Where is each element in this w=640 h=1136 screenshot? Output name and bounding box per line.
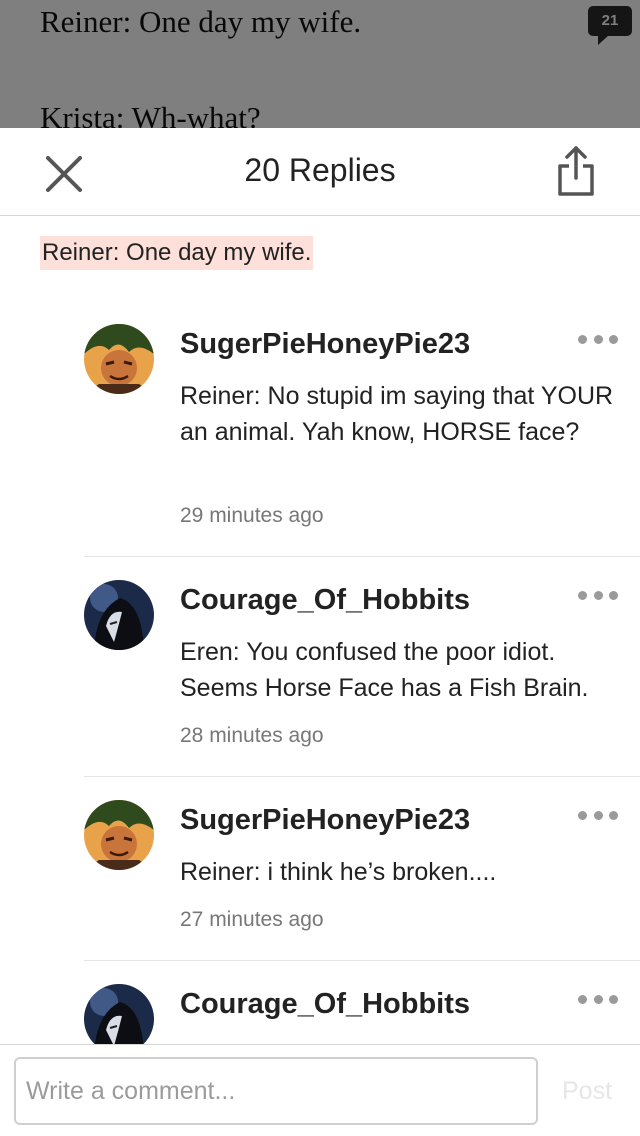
dot-icon <box>578 810 587 820</box>
avatar-dark-hair-icon <box>84 580 154 650</box>
share-icon <box>558 146 594 196</box>
divider <box>84 960 640 961</box>
more-options-button[interactable] <box>578 808 618 822</box>
quoted-text: Reiner: One day my wife. <box>40 236 314 270</box>
dot-icon <box>609 590 618 600</box>
avatar[interactable] <box>84 984 154 1044</box>
sheet-header: 20 Replies <box>0 128 640 216</box>
dot-icon <box>593 994 603 1004</box>
more-options-button[interactable] <box>578 992 618 1006</box>
share-button[interactable] <box>552 144 600 200</box>
dot-icon <box>593 590 603 600</box>
dot-icon <box>593 810 603 820</box>
reply-username[interactable]: Courage_Of_Hobbits <box>180 584 470 617</box>
avatar-green-hair-icon <box>84 324 154 394</box>
comment-input[interactable] <box>14 1057 538 1125</box>
reply-body: Reiner: No stupid im saying that YOUR an… <box>180 382 614 446</box>
avatar[interactable] <box>84 324 154 394</box>
comment-composer: Post <box>0 1044 640 1136</box>
reply-body: Reiner: i think he’s broken.... <box>180 858 497 886</box>
reply-body: Eren: You confused the poor idiot. Seems… <box>180 638 589 702</box>
avatar[interactable] <box>84 800 154 870</box>
reply-username[interactable]: SugerPieHoneyPie23 <box>180 804 470 837</box>
reply-timestamp: 29 minutes ago <box>180 504 324 527</box>
dot-icon <box>578 334 587 344</box>
dim-overlay[interactable] <box>0 0 640 128</box>
dot-icon <box>593 334 603 344</box>
avatar-dark-hair-icon <box>84 984 154 1044</box>
avatar-green-hair-icon <box>84 800 154 870</box>
reply-timestamp: 27 minutes ago <box>180 908 324 931</box>
reply-username[interactable]: Courage_Of_Hobbits <box>180 988 470 1021</box>
divider <box>84 556 640 557</box>
divider <box>84 776 640 777</box>
dot-icon <box>609 994 618 1004</box>
more-options-button[interactable] <box>578 588 618 602</box>
dot-icon <box>609 334 618 344</box>
dot-icon <box>609 810 618 820</box>
avatar[interactable] <box>84 580 154 650</box>
dot-icon <box>578 994 587 1004</box>
replies-sheet: 20 Replies Reiner: One day my wife. Suge… <box>0 128 640 1136</box>
more-options-button[interactable] <box>578 332 618 346</box>
post-button[interactable]: Post <box>562 1077 612 1106</box>
reply-item: Courage_Of_Hobbits <box>84 984 640 1044</box>
reply-timestamp: 28 minutes ago <box>180 724 324 747</box>
dot-icon <box>578 590 587 600</box>
page-title: 20 Replies <box>244 152 396 188</box>
reply-username[interactable]: SugerPieHoneyPie23 <box>180 328 470 361</box>
